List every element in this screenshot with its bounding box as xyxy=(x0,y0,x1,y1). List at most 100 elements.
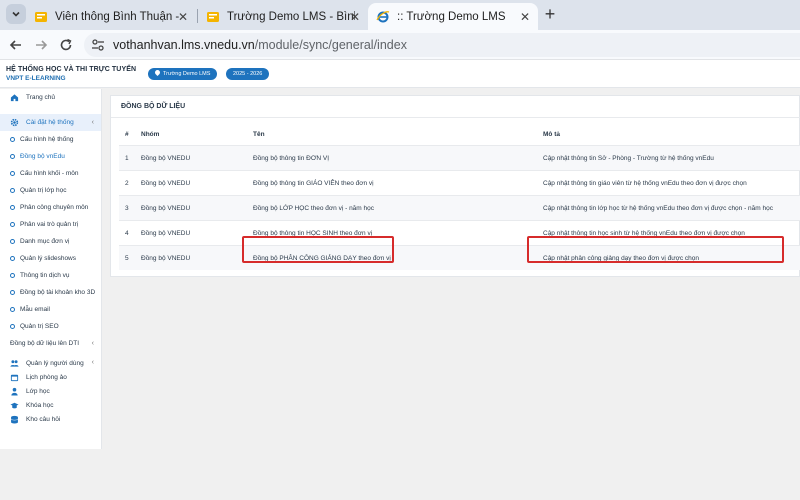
sidebar-item-seo-admin[interactable]: Quản trị SEO xyxy=(0,318,101,335)
sidebar-item-system-config[interactable]: Cấu hình hệ thống xyxy=(0,131,101,148)
back-arrow-icon[interactable] xyxy=(8,37,24,53)
sidebar-item-label: Đồng bộ vnEdu xyxy=(20,153,65,160)
sidebar-item-virtual-room-schedule[interactable]: Lịch phòng ảo xyxy=(0,370,101,384)
sidebar-item-teaching-assignment[interactable]: Phân công chuyên môn xyxy=(0,199,101,216)
sidebar-item-label: Thông tin dịch vụ xyxy=(20,272,70,279)
row-group: Đồng bộ VNEDU xyxy=(141,254,191,262)
users-icon xyxy=(10,359,19,367)
sidebar-item-class-admin[interactable]: Quản trị lớp học xyxy=(0,182,101,199)
column-header-name: Tên xyxy=(253,130,265,138)
sidebar-item-unit-catalog[interactable]: Danh mục đơn vị xyxy=(0,233,101,250)
circle-icon xyxy=(10,273,15,278)
highlight-box-description xyxy=(527,236,784,263)
sidebar-item-label: Quản lý slideshows xyxy=(20,255,76,262)
chevron-left-icon: ‹ xyxy=(91,359,94,366)
tab-search-button[interactable] xyxy=(6,4,26,24)
tune-icon[interactable] xyxy=(91,38,105,52)
column-header-description: Mô tả xyxy=(543,130,560,138)
row-name[interactable]: Đồng bộ thông tin ĐƠN VỊ xyxy=(253,146,329,170)
school-selector[interactable]: Trường Demo LMS xyxy=(148,68,218,80)
sidebar-item-label: Cài đặt hệ thống xyxy=(26,119,74,126)
table-header: # Nhóm Tên Mô tả xyxy=(119,123,800,145)
row-number: 2 xyxy=(125,179,129,187)
circle-icon xyxy=(10,154,15,159)
table-row[interactable]: 3 Đồng bộ VNEDU Đồng bộ LỚP HỌC theo đơn… xyxy=(119,195,800,220)
tab-title: :: Trường Demo LMS xyxy=(397,10,506,23)
sidebar-item-slideshows[interactable]: Quản lý slideshows xyxy=(0,250,101,267)
sidebar-item-home[interactable]: Trang chủ xyxy=(0,89,101,106)
sidebar-item-user-management[interactable]: Quản lý người dùng ‹ xyxy=(0,356,101,370)
circle-icon xyxy=(10,171,15,176)
forward-arrow-icon[interactable] xyxy=(33,37,49,53)
chevron-left-icon: ‹ xyxy=(91,340,94,347)
tab-truong-demo[interactable]: Trường Demo LMS - Bình Thuậ ✕ xyxy=(198,3,368,30)
row-number: 3 xyxy=(125,204,129,212)
sidebar-item-label: Trang chủ xyxy=(26,94,56,101)
sidebar-item-label: Phân công chuyên môn xyxy=(20,204,89,211)
home-icon xyxy=(10,94,19,102)
database-icon xyxy=(10,415,19,424)
circle-icon xyxy=(10,256,15,261)
row-description: Cập nhật thông tin giáo viên từ hệ thống… xyxy=(543,179,747,187)
sidebar-item-label: Cấu hình hệ thống xyxy=(20,136,74,143)
user-icon xyxy=(11,387,18,396)
close-icon[interactable]: ✕ xyxy=(350,10,360,24)
chevron-left-icon: ‹ xyxy=(91,119,94,126)
location-pin-icon xyxy=(153,68,162,77)
sidebar-item-label: Quản lý người dùng xyxy=(26,359,84,367)
ie-logo-icon xyxy=(376,10,390,22)
close-icon[interactable]: ✕ xyxy=(520,10,530,24)
sidebar-item-label: Quản trị lớp học xyxy=(20,187,67,194)
sidebar-item-system-settings[interactable]: Cài đặt hệ thống ‹ xyxy=(0,114,101,131)
sidebar-item-classes[interactable]: Lớp học xyxy=(0,384,101,398)
gear-icon xyxy=(10,118,19,127)
row-number: 1 xyxy=(125,154,129,162)
sidebar-item-admin-roles[interactable]: Phân vai trò quản trị xyxy=(0,216,101,233)
tab-active[interactable]: :: Trường Demo LMS ✕ xyxy=(368,3,538,30)
sidebar-item-email-templates[interactable]: Mẫu email xyxy=(0,301,101,318)
row-name[interactable]: Đồng bộ thông tin GIÁO VIÊN theo đơn vị xyxy=(253,171,374,195)
row-description: Cập nhật thông tin Sở - Phòng - Trường t… xyxy=(543,154,714,162)
app-header: HỆ THỐNG HỌC VÀ THI TRỰC TUYẾN VNPT E-LE… xyxy=(0,60,800,88)
circle-icon xyxy=(10,290,15,295)
sidebar-item-label: Lớp học xyxy=(26,387,50,395)
table-row[interactable]: 2 Đồng bộ VNEDU Đồng bộ thông tin GIÁO V… xyxy=(119,170,800,195)
sidebar-item-vnedu-sync[interactable]: Đồng bộ vnEdu xyxy=(0,148,101,165)
sidebar: Trang chủ Cài đặt hệ thống ‹ Cấu hình hệ… xyxy=(0,89,102,449)
url-input[interactable]: vothanhvan.lms.vnedu.vn/module/sync/gene… xyxy=(84,33,800,57)
sidebar-item-dti-sync[interactable]: Đồng bộ dữ liệu lên DTI ‹ xyxy=(0,335,101,352)
sidebar-item-label: Danh mục đơn vị xyxy=(20,238,70,245)
circle-icon xyxy=(10,307,15,312)
reload-icon[interactable] xyxy=(58,37,74,53)
circle-icon xyxy=(10,222,15,227)
sidebar-item-label: Kho câu hỏi xyxy=(26,415,61,423)
sidebar-item-grade-subject[interactable]: Cấu hình khối - môn xyxy=(0,165,101,182)
bookmark-icon xyxy=(207,11,219,22)
url-path: /module/sync/general/index xyxy=(254,38,407,52)
row-number: 5 xyxy=(125,254,129,262)
url-host: vothanhvan.lms.vnedu.vn xyxy=(113,38,255,52)
chevron-down-icon xyxy=(12,11,20,17)
highlight-box-name xyxy=(242,236,394,263)
row-name[interactable]: Đồng bộ LỚP HỌC theo đơn vị - năm học xyxy=(253,196,374,220)
row-group: Đồng bộ VNEDU xyxy=(141,179,191,187)
row-group: Đồng bộ VNEDU xyxy=(141,154,191,162)
sidebar-item-3d-account-sync[interactable]: Đồng bộ tài khoản kho 3D xyxy=(0,284,101,301)
page-title: ĐỒNG BỘ DỮ LIỆU xyxy=(121,103,186,110)
sidebar-item-label: Đồng bộ tài khoản kho 3D xyxy=(20,289,96,296)
brand-subtitle: VNPT E-LEARNING xyxy=(6,75,66,82)
new-tab-button[interactable]: + xyxy=(541,5,559,24)
close-icon[interactable]: ✕ xyxy=(178,10,188,24)
school-year-selector[interactable]: 2025 - 2026 xyxy=(226,68,270,80)
sidebar-item-label: Phân vai trò quản trị xyxy=(20,221,79,228)
calendar-icon xyxy=(10,374,19,381)
sidebar-item-question-bank[interactable]: Kho câu hỏi xyxy=(0,412,101,426)
sidebar-item-label: Mẫu email xyxy=(20,306,50,313)
tab-title: Trường Demo LMS - Bình Thuậ xyxy=(227,10,355,23)
sidebar-item-service-info[interactable]: Thông tin dịch vụ xyxy=(0,267,101,284)
sidebar-item-label: Đồng bộ dữ liệu lên DTI xyxy=(10,340,80,347)
url-text: vothanhvan.lms.vnedu.vn/module/sync/gene… xyxy=(113,38,407,52)
table-row[interactable]: 1 Đồng bộ VNEDU Đồng bộ thông tin ĐƠN VỊ… xyxy=(119,145,800,170)
sidebar-item-courses[interactable]: Khóa học xyxy=(0,398,101,412)
tab-vien-thong[interactable]: Viễn thông Bình Thuận - Bình T ✕ xyxy=(26,3,196,30)
